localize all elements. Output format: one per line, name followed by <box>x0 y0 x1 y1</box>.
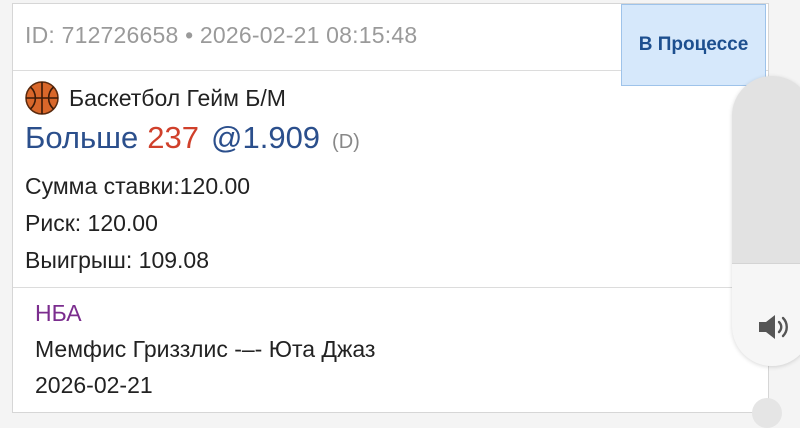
pick-odds: @1.909 <box>211 120 321 155</box>
volume-slider[interactable] <box>732 76 800 366</box>
pick-text: Больше <box>25 120 139 155</box>
bet-details: Баскетбол Гейм Б/М Больше 237 @1.909 (D)… <box>25 78 725 279</box>
basketball-icon <box>25 81 59 115</box>
settings-icon[interactable] <box>752 398 782 428</box>
stake-amount: Сумма ставки:120.00 <box>25 173 251 199</box>
risk-amount: Риск: 120.00 <box>25 210 158 236</box>
pick-row: Больше 237 @1.909 (D) <box>25 120 725 160</box>
sport-label: Баскетбол Гейм Б/М <box>69 84 286 111</box>
odds-format: (D) <box>332 131 360 153</box>
win-amount: Выигрыш: 109.08 <box>25 247 210 273</box>
sport-row: Баскетбол Гейм Б/М <box>25 78 725 118</box>
bet-card[interactable]: ID: 712726658 • 2026-02-21 08:15:48 В Пр… <box>12 3 769 413</box>
volume-icon[interactable] <box>756 312 790 342</box>
event-details: НБА Мемфис Гриззлис -–- Юта Джаз 2026-02… <box>13 287 768 413</box>
league-name: НБА <box>35 300 82 326</box>
event-teams: Мемфис Гриззлис -–- Юта Джаз <box>35 336 376 362</box>
event-date: 2026-02-21 <box>35 372 153 398</box>
status-badge: В Процессе <box>621 4 766 86</box>
pick-line: 237 <box>147 120 199 155</box>
bet-id-timestamp: ID: 712726658 • 2026-02-21 08:15:48 <box>25 22 418 48</box>
